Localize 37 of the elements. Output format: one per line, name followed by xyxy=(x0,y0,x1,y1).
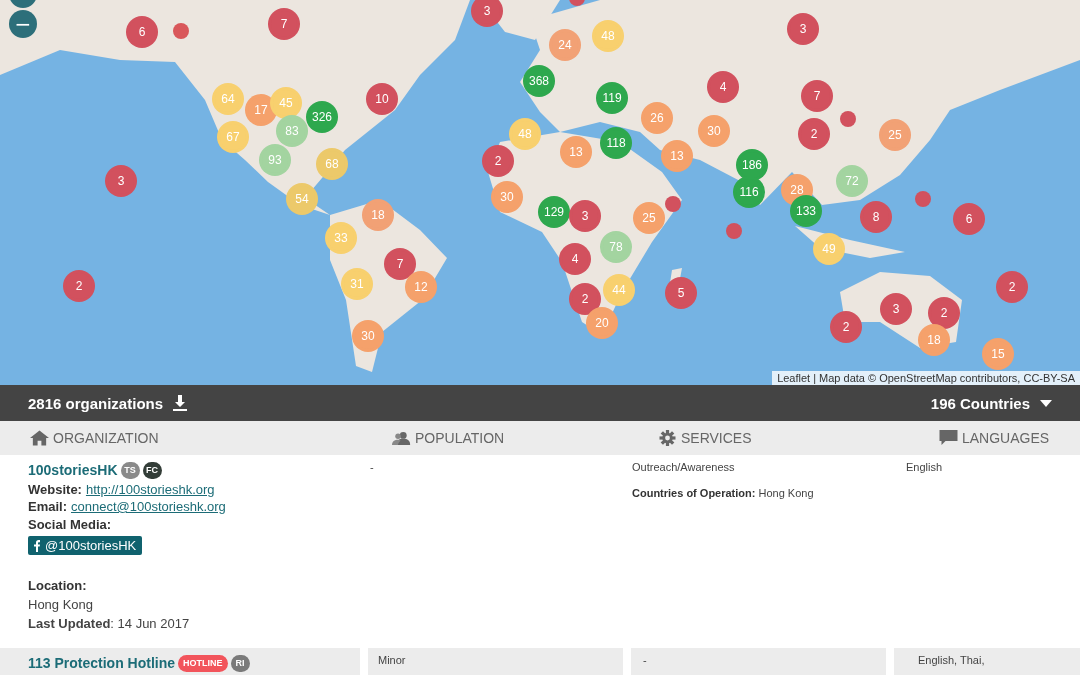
location-label: Location: xyxy=(28,577,88,595)
population-value: - xyxy=(370,461,374,473)
map-attribution: | Map data © OpenStreetMap contributors, CC-BY-SA xyxy=(813,372,1075,384)
users-icon xyxy=(392,430,411,446)
home-icon xyxy=(30,430,49,446)
organization-count: 2816 organizations xyxy=(28,394,164,412)
organization-link[interactable]: 100storiesHK xyxy=(28,462,118,478)
settings-icon xyxy=(658,430,677,446)
detail-link[interactable]: connect@100storieshk.org xyxy=(71,499,226,514)
tag-badge: TS xyxy=(120,461,140,479)
facebook-icon xyxy=(34,539,40,552)
organization-link[interactable]: 113 Protection Hotline xyxy=(28,655,176,671)
caret-icon xyxy=(1040,399,1052,407)
services-value: - xyxy=(643,654,648,666)
column-header: SERVICES xyxy=(681,430,752,446)
tag-badge: FC xyxy=(142,461,162,479)
detail-label: Website: xyxy=(28,482,82,497)
countries-of-operation: Countries of Operation: Hong Kong xyxy=(632,487,815,499)
comment-icon xyxy=(939,430,958,446)
countries-dropdown[interactable]: 196 Countries xyxy=(930,394,1052,412)
download-icon[interactable] xyxy=(173,395,188,411)
last-updated: Last Updated: 14 Jun 2017 xyxy=(28,615,191,633)
population-value: Minor xyxy=(378,654,406,666)
languages-value: English, Thai, xyxy=(918,654,985,666)
services-value: Outreach/Awareness xyxy=(632,461,736,473)
column-header: ORGANIZATION xyxy=(53,430,159,446)
detail-link[interactable]: http://100storieshk.org xyxy=(85,482,215,497)
tag-badge: HOTLINE xyxy=(178,654,228,672)
detail-label: Email: xyxy=(28,499,67,514)
facebook-button[interactable]: @100storiesHK xyxy=(28,536,143,555)
social-media-label: Social Media: xyxy=(28,516,113,534)
languages-value: English xyxy=(906,461,943,473)
location-value: Hong Kong xyxy=(28,596,95,614)
column-header: LANGUAGES xyxy=(962,430,1050,446)
tag-badge: RI xyxy=(230,654,250,672)
leaflet-link[interactable]: Leaflet xyxy=(777,372,811,384)
column-header: POPULATION xyxy=(415,430,505,446)
